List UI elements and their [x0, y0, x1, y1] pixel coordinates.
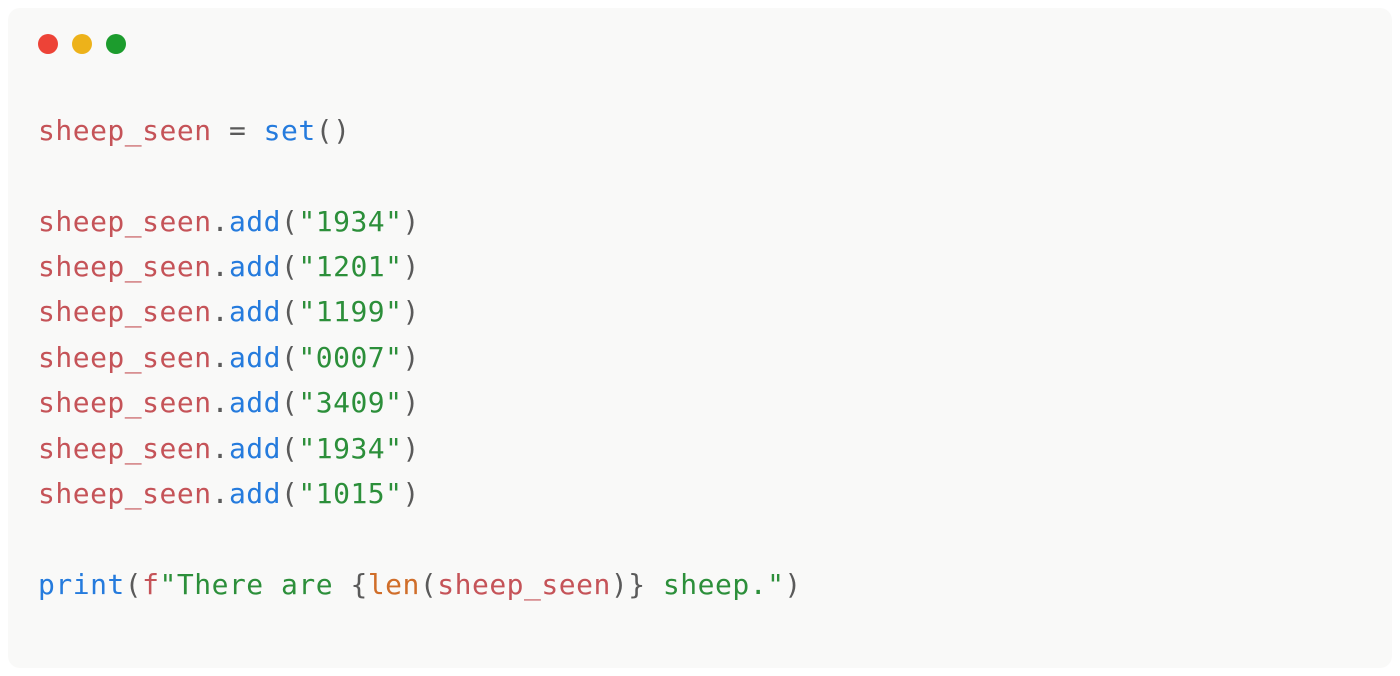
code-variable: sheep_seen — [38, 432, 212, 465]
code-paren: ) — [403, 477, 420, 510]
code-window: sheep_seen = set() sheep_seen.add("1934"… — [8, 8, 1392, 668]
code-method: add — [229, 341, 281, 374]
code-fstring-prefix: f — [142, 568, 159, 601]
code-paren: ( — [281, 477, 298, 510]
code-variable: sheep_seen — [38, 114, 212, 147]
code-paren: ( — [125, 568, 142, 601]
code-paren: ) — [403, 250, 420, 283]
code-method: add — [229, 295, 281, 328]
titlebar — [8, 8, 1392, 64]
code-operator: = — [229, 114, 246, 147]
code-paren: ) — [403, 295, 420, 328]
code-dot: . — [212, 477, 229, 510]
code-dot: . — [212, 205, 229, 238]
code-dot: . — [212, 432, 229, 465]
code-string: "1934" — [298, 205, 402, 238]
code-paren: ( — [316, 114, 333, 147]
code-paren: ) — [403, 432, 420, 465]
code-string: "1199" — [298, 295, 402, 328]
code-variable: sheep_seen — [38, 250, 212, 283]
code-variable: sheep_seen — [38, 295, 212, 328]
close-icon[interactable] — [38, 34, 58, 54]
code-paren: ( — [281, 386, 298, 419]
code-function: print — [38, 568, 125, 601]
code-variable: sheep_seen — [38, 386, 212, 419]
code-paren: ( — [281, 341, 298, 374]
code-dot: . — [212, 295, 229, 328]
code-paren: ) — [611, 568, 628, 601]
code-paren: ( — [281, 295, 298, 328]
code-method: add — [229, 250, 281, 283]
code-builtin: len — [368, 568, 420, 601]
code-string: "There are — [160, 568, 351, 601]
code-method: add — [229, 205, 281, 238]
code-brace: } — [628, 568, 645, 601]
code-editor[interactable]: sheep_seen = set() sheep_seen.add("1934"… — [8, 64, 1392, 637]
code-method: add — [229, 477, 281, 510]
code-string: "1934" — [298, 432, 402, 465]
code-paren: ( — [281, 250, 298, 283]
code-variable: sheep_seen — [437, 568, 611, 601]
code-method: add — [229, 386, 281, 419]
code-string: "0007" — [298, 341, 402, 374]
code-string: "3409" — [298, 386, 402, 419]
code-variable: sheep_seen — [38, 205, 212, 238]
code-dot: . — [212, 250, 229, 283]
code-function: set — [264, 114, 316, 147]
code-string: "1015" — [298, 477, 402, 510]
code-string: sheep." — [646, 568, 785, 601]
minimize-icon[interactable] — [72, 34, 92, 54]
code-method: add — [229, 432, 281, 465]
code-paren: ) — [403, 205, 420, 238]
code-dot: . — [212, 341, 229, 374]
code-variable: sheep_seen — [38, 341, 212, 374]
code-paren: ) — [784, 568, 801, 601]
code-paren: ( — [420, 568, 437, 601]
maximize-icon[interactable] — [106, 34, 126, 54]
code-paren: ) — [333, 114, 350, 147]
code-string: "1201" — [298, 250, 402, 283]
code-paren: ( — [281, 205, 298, 238]
code-variable: sheep_seen — [38, 477, 212, 510]
code-paren: ( — [281, 432, 298, 465]
code-brace: { — [350, 568, 367, 601]
code-paren: ) — [403, 386, 420, 419]
code-dot: . — [212, 386, 229, 419]
code-paren: ) — [403, 341, 420, 374]
